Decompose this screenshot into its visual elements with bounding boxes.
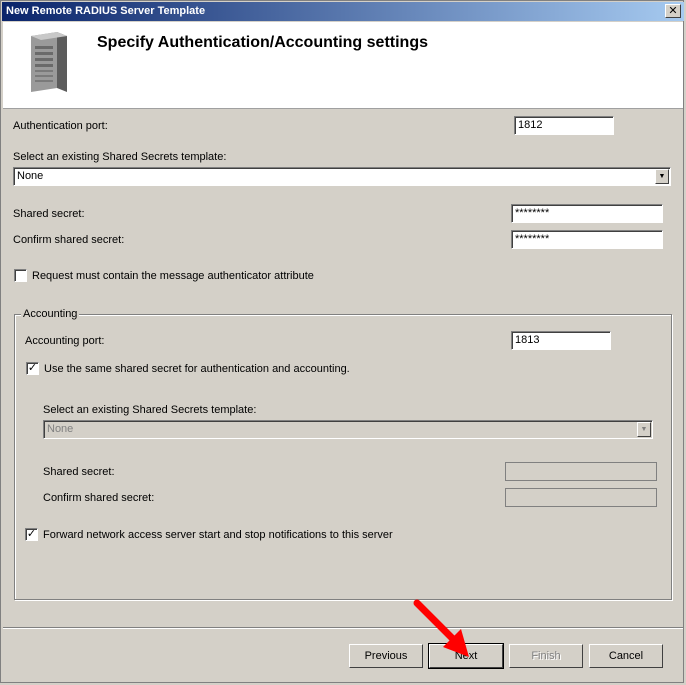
chevron-down-icon[interactable]: ▼	[637, 422, 651, 437]
finish-button[interactable]: Finish	[509, 644, 583, 668]
footer-separator	[3, 627, 683, 629]
title-bar[interactable]: New Remote RADIUS Server Template ✕	[2, 2, 684, 21]
red-arrow-icon	[413, 599, 469, 657]
auth-template-value: None	[17, 170, 44, 182]
auth-port-input[interactable]: 1812	[514, 116, 614, 135]
auth-confirm-input[interactable]: ********	[511, 230, 663, 249]
wizard-header: Specify Authentication/Accounting settin…	[3, 22, 683, 109]
window-title: New Remote RADIUS Server Template	[6, 5, 206, 17]
acct-template-label: Select an existing Shared Secrets templa…	[43, 404, 257, 416]
acct-template-value: None	[47, 423, 74, 435]
chevron-down-icon[interactable]: ▼	[655, 169, 669, 184]
close-button[interactable]: ✕	[665, 4, 681, 18]
auth-confirm-label: Confirm shared secret:	[13, 234, 125, 246]
same-secret-checkbox[interactable]: ✓	[26, 362, 39, 375]
auth-template-select[interactable]: None ▼	[13, 167, 671, 186]
forward-label[interactable]: Forward network access server start and …	[43, 529, 393, 541]
authenticator-label[interactable]: Request must contain the message authent…	[32, 270, 314, 282]
close-icon: ✕	[668, 5, 678, 17]
acct-template-select[interactable]: None ▼	[43, 420, 653, 439]
page-heading: Specify Authentication/Accounting settin…	[97, 34, 428, 51]
acct-port-label: Accounting port:	[25, 335, 105, 347]
dialog-window: New Remote RADIUS Server Template ✕ Spec…	[0, 0, 684, 683]
acct-confirm-label: Confirm shared secret:	[43, 492, 155, 504]
auth-secret-label: Shared secret:	[13, 208, 85, 220]
authenticator-checkbox[interactable]	[14, 269, 27, 282]
accounting-group: Accounting	[14, 308, 672, 600]
acct-secret-label: Shared secret:	[43, 466, 115, 478]
auth-port-label: Authentication port:	[13, 120, 108, 132]
same-secret-label[interactable]: Use the same shared secret for authentic…	[44, 363, 350, 375]
forward-checkbox[interactable]: ✓	[25, 528, 38, 541]
auth-secret-input[interactable]: ********	[511, 204, 663, 223]
cancel-button[interactable]: Cancel	[589, 644, 663, 668]
accounting-group-label: Accounting	[21, 308, 80, 320]
acct-confirm-input[interactable]	[505, 488, 657, 507]
auth-template-label: Select an existing Shared Secrets templa…	[13, 151, 227, 163]
acct-port-input[interactable]: 1813	[511, 331, 611, 350]
acct-secret-input[interactable]	[505, 462, 657, 481]
server-icon	[31, 32, 67, 92]
